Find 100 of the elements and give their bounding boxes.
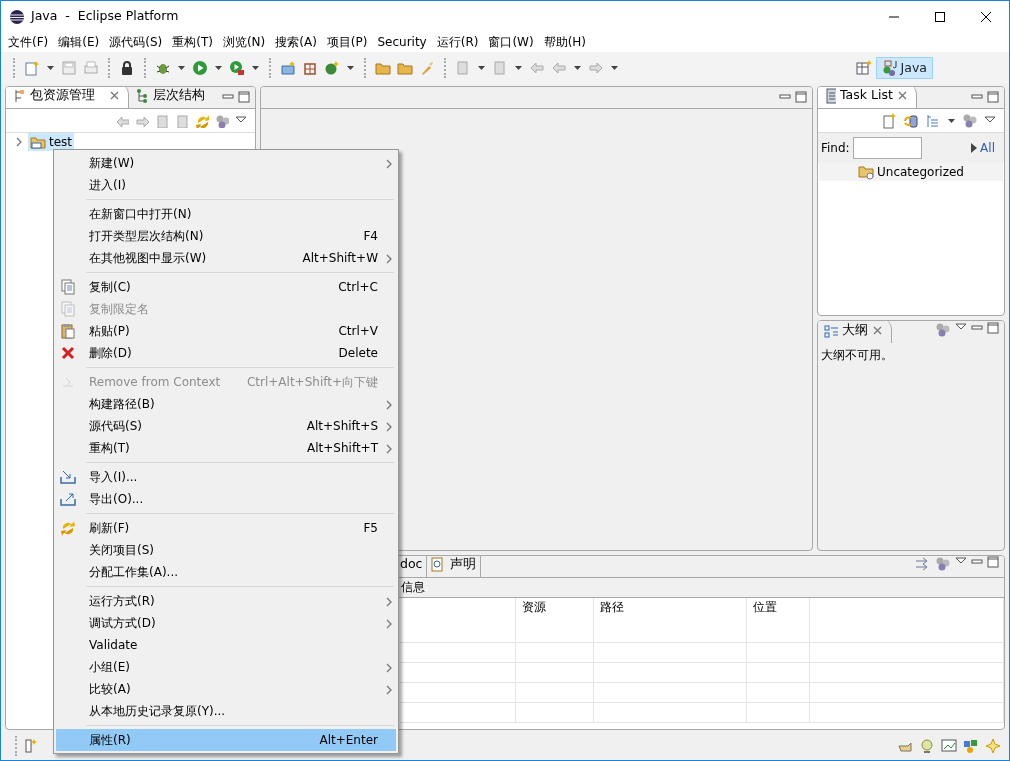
close-icon [980, 10, 992, 23]
maximize-icon[interactable] [238, 91, 250, 103]
menu-item[interactable]: 重构(T) Alt+Shift+T [56, 437, 396, 459]
caret-icon[interactable] [46, 64, 55, 72]
forward-icon[interactable] [588, 60, 604, 76]
perspective-button[interactable]: Java [875, 56, 933, 80]
close-icon[interactable] [109, 90, 120, 102]
menu-item[interactable]: 粘贴(P) Ctrl+V [56, 320, 396, 342]
run-icon[interactable] [192, 60, 208, 76]
menu-item[interactable]: 小组(E) [56, 656, 396, 678]
new-item-icon[interactable] [324, 60, 340, 76]
menu-item[interactable]: 刷新(F) F5 [56, 517, 396, 539]
task-list-icon [824, 87, 836, 104]
star-icon[interactable] [985, 738, 1001, 754]
menu-item[interactable]: 编辑(E) [53, 33, 105, 51]
back-icon[interactable] [551, 60, 567, 76]
menu-item[interactable]: 源代码(S) [104, 33, 168, 51]
caret-icon[interactable] [947, 116, 956, 125]
outline-message: 大纲不可用。 [820, 347, 894, 364]
menu-item[interactable]: Security [372, 33, 432, 51]
menu-item[interactable]: 构建路径(B) [56, 393, 396, 415]
menu-item[interactable]: 在其他视图中显示(W) Alt+Shift+W [56, 247, 396, 269]
column-header[interactable]: 资源 [516, 598, 594, 643]
menu-item[interactable]: 源代码(S) Alt+Shift+S [56, 415, 396, 437]
caret-icon[interactable] [573, 64, 582, 72]
refresh-icon [60, 520, 76, 536]
open-perspective-icon[interactable] [855, 60, 872, 76]
all-link[interactable]: All [980, 139, 995, 157]
menu-item[interactable]: 导入(I)... [56, 466, 396, 488]
menu-item[interactable]: 删除(D) Delete [56, 342, 396, 364]
play-icon[interactable] [971, 143, 978, 153]
chart-icon[interactable] [941, 738, 957, 754]
maximize-icon[interactable] [987, 91, 999, 103]
menu-item[interactable]: 运行(R) [431, 33, 484, 51]
menu-item[interactable]: 在新窗口中打开(N) [56, 203, 396, 225]
close-icon[interactable] [872, 325, 883, 337]
caret-icon[interactable] [610, 64, 619, 72]
fast-view-icon[interactable] [23, 738, 39, 754]
lock-icon[interactable] [119, 60, 135, 76]
column-header[interactable]: 路径 [594, 598, 747, 643]
window-title: Java - Eclipse Platform [31, 7, 179, 26]
hierarchy-icon [135, 87, 149, 104]
menu-item[interactable]: 关闭项目(S) [56, 539, 396, 561]
sync-icon[interactable] [903, 112, 919, 129]
column-header[interactable]: 位置 [747, 598, 810, 643]
caret-icon[interactable] [251, 64, 260, 72]
menu-item[interactable]: 帮助(H) [538, 33, 592, 51]
maximize-icon[interactable] [987, 322, 999, 334]
maximize-icon[interactable] [987, 556, 999, 568]
run-external-icon[interactable] [229, 60, 245, 76]
new-class-icon[interactable] [302, 60, 318, 76]
new-file-icon[interactable] [24, 60, 40, 76]
menu-item[interactable]: 文件(F) [3, 33, 54, 51]
view-tab[interactable]: doc [397, 556, 428, 577]
new-package-icon[interactable] [280, 60, 296, 76]
caret-icon[interactable] [177, 64, 186, 72]
menu-item[interactable]: 打开类型层次结构(N) F4 [56, 225, 396, 247]
caret-icon[interactable] [346, 64, 355, 72]
menu-item[interactable]: 复制(C) Ctrl+C [56, 276, 396, 298]
cubes-icon[interactable] [963, 738, 979, 754]
filters-icon[interactable] [935, 322, 951, 338]
globe-icon[interactable] [919, 738, 935, 754]
menu-item[interactable]: 导出(O)... [56, 488, 396, 510]
caret-icon[interactable] [477, 64, 486, 72]
caret-icon[interactable] [514, 64, 523, 72]
caret-icon[interactable] [214, 64, 223, 72]
outline-icon [824, 323, 838, 338]
back-icon[interactable] [529, 60, 545, 76]
menu-item[interactable]: 调试方式(D) [56, 612, 396, 634]
menu-item[interactable]: 项目(P) [321, 33, 373, 51]
table-cell [747, 703, 810, 723]
menu-item[interactable]: 搜索(A) [270, 33, 322, 51]
menu-item[interactable]: 窗口(W) [483, 33, 539, 51]
torch-icon[interactable] [419, 60, 435, 76]
menu-item[interactable]: Validate [56, 634, 396, 656]
perspective-icon [881, 60, 898, 76]
find-field[interactable] [852, 137, 922, 159]
category-row[interactable]: Uncategorized [819, 163, 1003, 181]
eclipse-logo-icon [9, 8, 25, 25]
menu-item[interactable]: 新建(W) [56, 152, 396, 174]
filters-icon[interactable] [962, 112, 978, 129]
import-icon [60, 469, 76, 485]
menu-item[interactable]: 浏览(N) [217, 33, 271, 51]
view-tab[interactable]: 大纲 [818, 321, 892, 343]
folder-icon[interactable] [397, 60, 413, 76]
open-folder-icon[interactable] [375, 60, 391, 76]
menu-item[interactable]: 比较(A) [56, 678, 396, 700]
filters-icon[interactable] [215, 113, 229, 128]
menu-item[interactable]: 重构(T) [167, 33, 218, 51]
maximize-icon[interactable] [795, 91, 807, 103]
view-tab[interactable]: 包资源管理 [6, 87, 129, 108]
new-task-icon[interactable] [881, 112, 897, 129]
filters-icon[interactable] [935, 556, 951, 572]
close-icon[interactable] [896, 90, 908, 102]
table-cell [747, 663, 810, 683]
menu-item[interactable]: 从本地历史记录复原(Y)... [56, 700, 396, 722]
copy-icon [60, 279, 76, 295]
view-tab[interactable]: Task List [818, 87, 917, 108]
menu-item[interactable]: 属性(R) Alt+Enter [56, 729, 396, 751]
menu-item[interactable]: 进入(I) [56, 174, 396, 196]
